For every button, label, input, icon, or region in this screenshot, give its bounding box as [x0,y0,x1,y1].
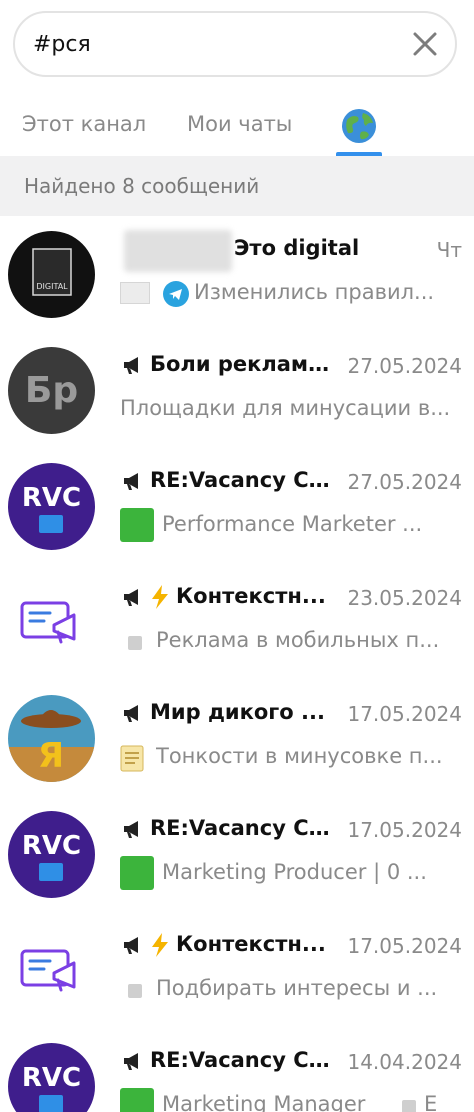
list-item[interactable]: Я Мир дикого ... 17.05.2024 Тонкости в м… [0,680,474,796]
search-input[interactable] [33,13,403,75]
avatar: Бр [8,347,95,434]
message-preview: Тонкости в минусовке п... [156,744,443,768]
shirt-icon [39,1095,63,1112]
grey-square-icon [128,984,142,998]
svg-text:Я: Я [38,736,64,776]
avatar: RVC [8,811,95,898]
avatar-initials: RVC [21,1063,82,1093]
thumbnail [120,282,150,304]
avatar: DIGITAL [8,231,95,318]
chat-title: Контекстн... [176,584,326,608]
megaphone-icon [124,357,138,374]
message-preview: Подбирать интересы и ... [156,976,438,1000]
megaphone-icon [124,589,138,606]
chat-title: Мир дикого ... [150,700,325,724]
ad-board-icon [20,949,76,992]
message-preview: Marketing Producer | 0 ... [162,860,427,884]
avatar-initials: RVC [21,483,82,513]
list-item[interactable]: DIGITAL Это digital Чт Изменились правил… [0,216,474,332]
message-preview: Marketing Manager [162,1092,366,1112]
message-date: 17.05.2024 [347,934,462,958]
svg-text:DIGITAL: DIGITAL [36,282,68,291]
grey-square-icon [128,636,142,650]
list-item[interactable]: RVC RE:Vacancy C... 27.05.2024 Performan… [0,448,474,564]
results-count-bar: Найдено 8 сообщений [0,156,474,216]
megaphone-icon [124,821,138,838]
list-item[interactable]: RVC RE:Vacancy C... 14.04.2024 Marketing… [0,1028,474,1112]
message-date: 17.05.2024 [347,818,462,842]
shirt-icon [39,863,63,881]
message-preview-tail: E [424,1092,438,1112]
message-preview: Реклама в мобильных п... [156,628,440,652]
tab-my-chats[interactable]: Мои чаты [187,112,292,136]
chat-title: Это digital [234,236,360,260]
avatar [8,927,95,1014]
avatar-initials: Бр [24,370,79,411]
message-date: 14.04.2024 [347,1050,462,1074]
message-preview: Изменились правил... [194,280,435,304]
close-icon[interactable] [409,28,441,60]
message-date: 23.05.2024 [347,586,462,610]
message-preview: Площадки для минусации в... [120,396,451,420]
blurred-name [124,230,232,272]
lightning-icon [152,933,168,957]
message-date: 27.05.2024 [347,354,462,378]
list-item[interactable]: Контекстн... 17.05.2024 Подбирать интере… [0,912,474,1028]
message-date: 17.05.2024 [347,702,462,726]
avatar: RVC [8,463,95,550]
shirt-icon [39,515,63,533]
green-square-icon [120,856,154,890]
search-tabs: Этот канал Мои чаты [0,96,474,156]
ad-board-icon [20,601,76,644]
green-square-icon [120,508,154,542]
message-date: 27.05.2024 [347,470,462,494]
telegram-icon [163,281,189,307]
chat-title: Боли реклам... [150,352,332,376]
globe-icon [342,109,376,143]
chat-title: RE:Vacancy C... [150,1048,332,1072]
avatar: Я [8,695,95,782]
list-item[interactable]: RVC RE:Vacancy C... 17.05.2024 Marketing… [0,796,474,912]
megaphone-icon [124,473,138,490]
list-item[interactable]: Бр Боли реклам... 27.05.2024 Площадки дл… [0,332,474,448]
avatar: RVC [8,1043,95,1112]
megaphone-icon [124,937,138,954]
chat-title: Контекстн... [176,932,326,956]
megaphone-icon [124,705,138,722]
list-item[interactable]: Контекстн... 23.05.2024 Реклама в мобиль… [0,564,474,680]
notepad-icon [120,745,144,772]
avatar [8,579,95,666]
message-date: Чт [436,238,462,262]
lightning-icon [152,585,168,609]
search-bar [13,11,457,77]
results-count: Найдено 8 сообщений [24,174,260,198]
message-preview: Performance Marketer ... [162,512,423,536]
tab-global[interactable] [336,102,382,156]
cowboy-icon: Я [8,710,95,782]
avatar-initials: RVC [21,831,82,861]
chat-title: RE:Vacancy C... [150,468,332,492]
grey-square-icon [402,1100,416,1112]
tab-this-channel[interactable]: Этот канал [22,112,146,136]
chat-title: RE:Vacancy C... [150,816,332,840]
search-results-list: DIGITAL Это digital Чт Изменились правил… [0,216,474,1112]
megaphone-icon [124,1053,138,1070]
green-square-icon [120,1088,154,1112]
